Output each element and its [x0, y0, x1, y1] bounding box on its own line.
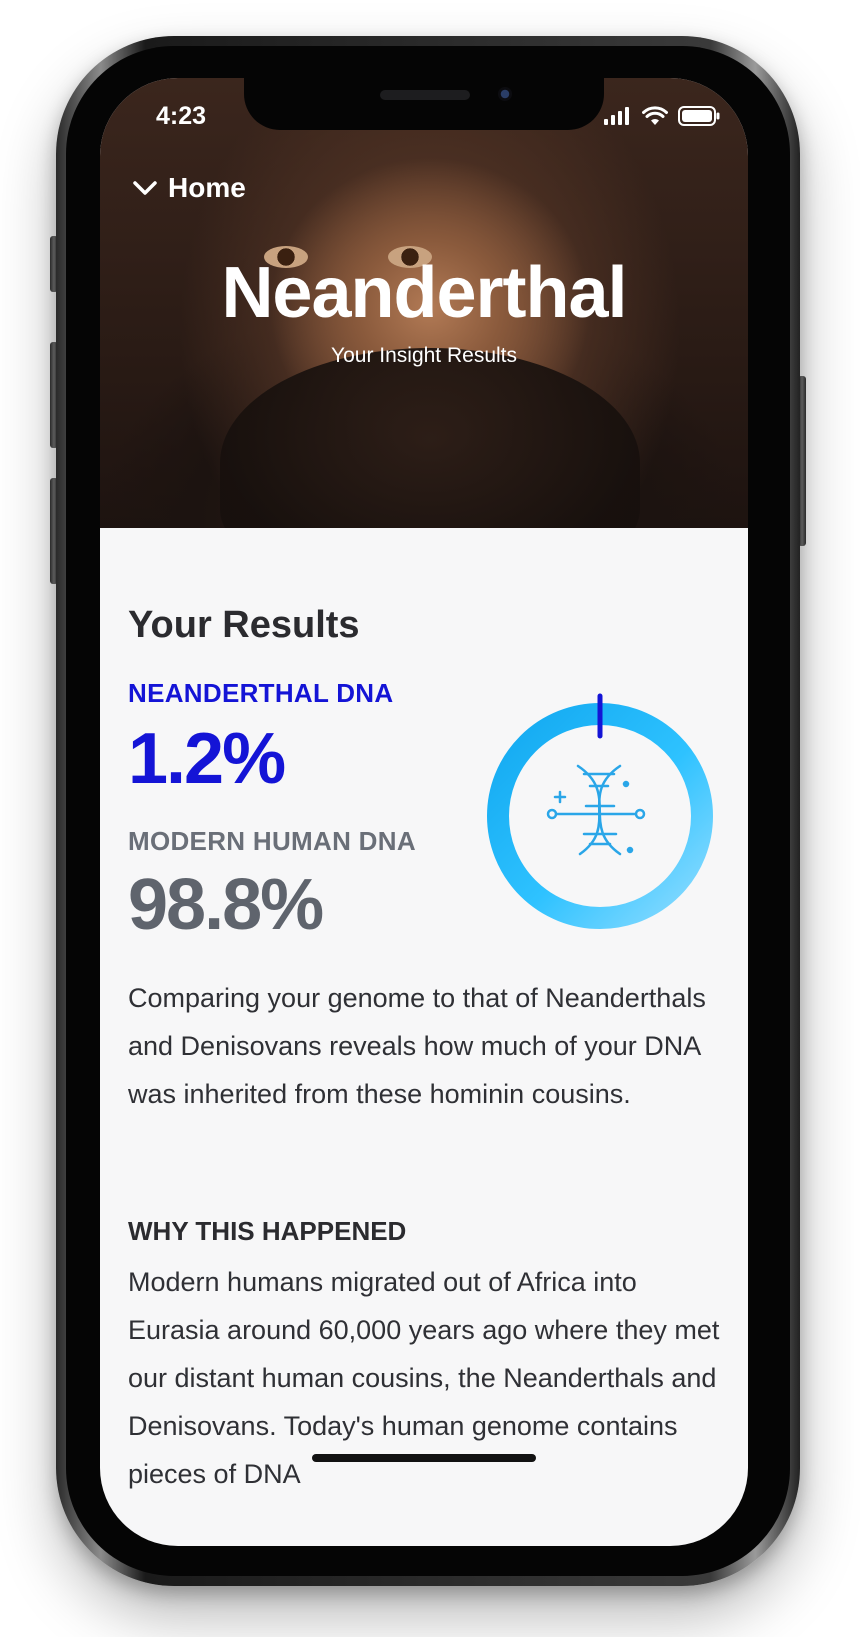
- neanderthal-dna-label: NEANDERTHAL DNA: [128, 678, 394, 708]
- why-description: Modern humans migrated out of Africa int…: [128, 1267, 720, 1489]
- battery-icon: [678, 106, 720, 126]
- status-time: 4:23: [156, 102, 207, 130]
- signal-icon: [604, 107, 629, 125]
- earpiece-speaker: [380, 90, 470, 100]
- status-icons: [604, 106, 720, 126]
- modern-human-dna-value: 98.8%: [128, 865, 324, 945]
- chevron-down-icon: [133, 181, 157, 195]
- home-back-button[interactable]: Home: [132, 172, 246, 204]
- results-description: Comparing your genome to that of Neander…: [128, 983, 706, 1109]
- modern-human-dna-label: MODERN HUMAN DNA: [128, 826, 416, 856]
- front-camera: [498, 87, 512, 101]
- hero-beard-shape: [220, 348, 640, 528]
- dna-ratio-donut: [487, 693, 713, 929]
- why-heading: WHY THIS HAPPENED: [128, 1216, 407, 1246]
- dna-helix-icon: [546, 764, 646, 856]
- status-bar: 4:23: [100, 78, 748, 148]
- notch: [244, 78, 604, 130]
- page-title: Neanderthal: [221, 253, 627, 333]
- home-back-label: Home: [168, 172, 246, 203]
- home-indicator[interactable]: [312, 1454, 536, 1462]
- wifi-icon: [642, 106, 668, 125]
- neanderthal-dna-value: 1.2%: [128, 719, 286, 799]
- app-screen: 4:23 Home Neanderthal Your Insight Resul…: [100, 78, 748, 1546]
- results-heading: Your Results: [128, 604, 360, 646]
- page-subtitle: Your Insight Results: [331, 344, 517, 367]
